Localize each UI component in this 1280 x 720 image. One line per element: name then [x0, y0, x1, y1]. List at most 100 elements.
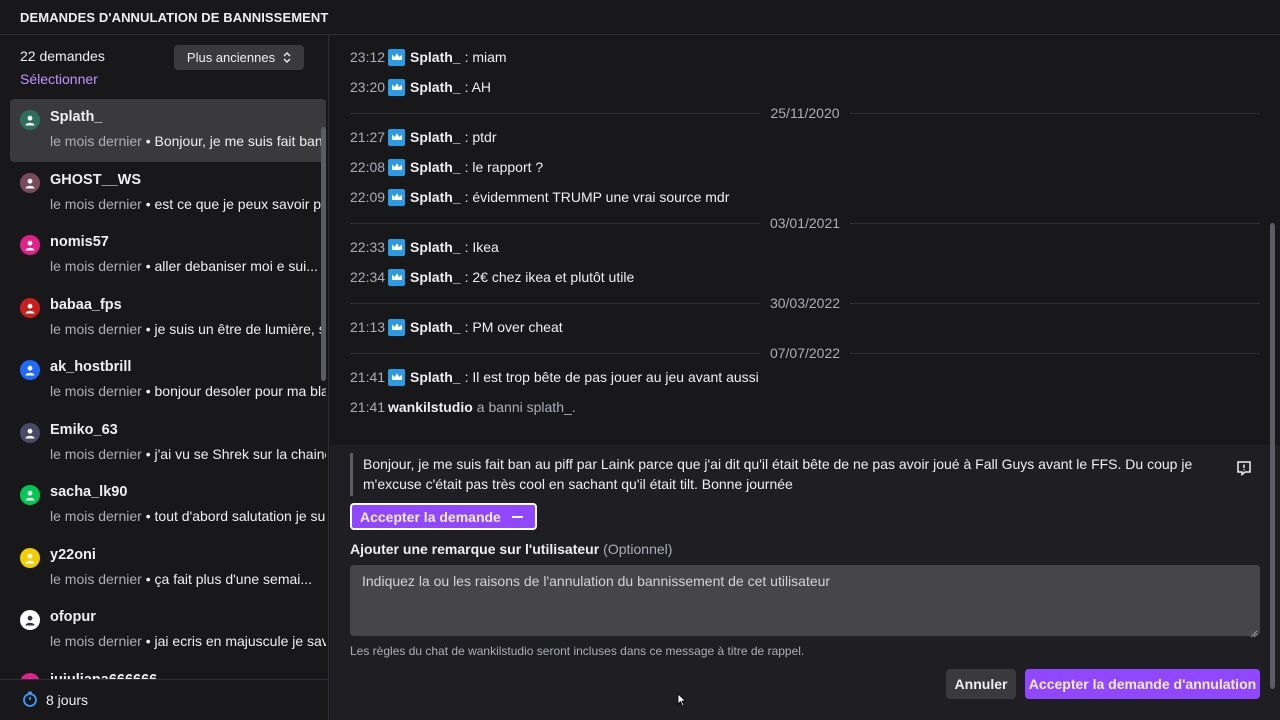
- message-username[interactable]: Splath_: [410, 79, 461, 95]
- message-username[interactable]: Splath_: [410, 319, 461, 335]
- avatar: [20, 547, 40, 568]
- request-time: le mois dernier: [50, 383, 142, 399]
- sort-label: Plus anciennes: [186, 50, 276, 65]
- message-text: : 2€ chez ikea et plutôt utile: [464, 269, 635, 285]
- request-time: le mois dernier: [50, 320, 142, 337]
- note-textarea[interactable]: [350, 565, 1260, 636]
- avatar: [20, 610, 40, 630]
- divider-date: 03/01/2021: [769, 215, 841, 231]
- message-timestamp: 22:08: [350, 159, 386, 175]
- message-timestamp: 22:34: [350, 269, 386, 285]
- request-meta: le mois dernier • j'ai vu se Shrek sur l…: [50, 446, 326, 462]
- chat-history: 23:12 Splath_: miam 23:20 Splath_: AH 25/11/…: [330, 35, 1280, 445]
- sidebar-scrollbar[interactable]: [321, 127, 326, 381]
- message-timestamp: 21:41: [350, 369, 386, 385]
- message-text: : miam: [464, 49, 507, 65]
- request-preview: tout d'abord salutation je suis: [154, 508, 326, 524]
- date-divider: 03/01/2021: [350, 213, 1261, 233]
- request-list-item[interactable]: ak_hostbrillle mois dernier • bonjour de…: [10, 349, 326, 412]
- chat-message: 21:27 Splath_: ptdr: [350, 127, 496, 147]
- footer-duration: 8 jours: [46, 692, 89, 708]
- request-list-item[interactable]: babaa_fpsle mois dernier • je suis un êt…: [10, 287, 326, 350]
- message-text: : AH: [464, 79, 492, 95]
- request-username: sacha_lk90: [50, 484, 128, 500]
- sidebar-footer: 8 jours: [0, 679, 328, 720]
- resize-grip-icon[interactable]: [1248, 625, 1258, 638]
- message-timestamp: 22:33: [350, 239, 386, 255]
- date-divider: 07/07/2022: [350, 343, 1261, 363]
- cancel-button[interactable]: Annuler: [946, 669, 1016, 699]
- crown-badge-icon: [388, 238, 405, 256]
- request-list-item[interactable]: GHOST__WS le mois dernier • est ce que je…: [10, 162, 326, 225]
- crown-badge-icon: [388, 188, 405, 206]
- message-text: : Ikea: [464, 239, 499, 255]
- chat-message: 22:09 Splath_: évidemment TRUMP une vrai …: [350, 187, 729, 207]
- request-list-item[interactable]: y22oni le mois dernier • ça fait plus d'u…: [10, 537, 326, 600]
- request-message: Bonjour, je me suis fait ban au piff par…: [350, 453, 1210, 496]
- divider-date: 30/03/2022: [769, 295, 841, 311]
- request-panel: Bonjour, je me suis fait ban au piff par…: [330, 445, 1280, 720]
- divider-date: 25/11/2020: [770, 105, 840, 121]
- message-text: : PM over cheat: [464, 319, 563, 335]
- system-message: 21:41 wankilstudio a banni splath_.: [350, 397, 576, 417]
- request-username: GHOST__WS: [50, 171, 142, 188]
- request-list-item[interactable]: Emiko_63 le mois dernier • j'ai vu se Shr…: [10, 412, 326, 475]
- request-preview: aller debaniser moi e sui...: [154, 258, 318, 274]
- request-list-item[interactable]: Splath_ le mois dernier • Bonjour, je me …: [10, 99, 326, 162]
- message-username[interactable]: Splath_: [410, 159, 461, 175]
- request-preview: ça fait plus d'une semai...: [154, 570, 313, 587]
- message-timestamp: 23:20: [350, 79, 386, 95]
- minus-icon: [512, 515, 523, 518]
- message-username[interactable]: Splath_: [410, 129, 461, 145]
- message-timestamp: 22:09: [350, 189, 386, 205]
- chat-message: 21:41 Splath_: Il est trop bête de pas jo…: [350, 367, 759, 387]
- message-username[interactable]: wankilstudio: [388, 399, 473, 415]
- accept-request-toggle[interactable]: Accepter la demande: [350, 503, 537, 530]
- sort-chevron-icon: [283, 52, 291, 63]
- request-time: le mois dernier: [50, 570, 142, 587]
- request-list-item[interactable]: nomis57 le mois dernier • aller debaniser…: [10, 224, 326, 287]
- request-time: le mois dernier: [50, 258, 142, 274]
- message-username[interactable]: Splath_: [410, 239, 461, 255]
- timer-icon: [22, 691, 38, 710]
- crown-badge-icon: [388, 48, 405, 66]
- message-username[interactable]: Splath_: [410, 49, 461, 65]
- request-time: le mois dernier: [50, 133, 142, 149]
- chat-message: 22:34 Splath_: 2€ chez ikea et plutôt uti…: [350, 267, 634, 287]
- avatar: [20, 360, 40, 380]
- request-preview: est ce que je peux savoir pourquoi: [154, 195, 326, 212]
- request-username: ak_hostbrill: [50, 359, 132, 375]
- crown-badge-icon: [388, 318, 405, 336]
- report-icon[interactable]: [1236, 460, 1252, 477]
- request-meta: le mois dernier • je suis un être de lum…: [50, 321, 326, 337]
- sort-dropdown[interactable]: Plus anciennes: [174, 45, 304, 70]
- accept-unban-button[interactable]: Accepter la demande d'annulation: [1025, 669, 1260, 699]
- request-preview: bonjour desoler pour ma blague: [154, 383, 326, 399]
- note-label-text: Ajouter une remarque sur l'utilisateur: [350, 541, 600, 557]
- request-preview: jai ecris en majuscule je sava: [154, 633, 326, 649]
- request-time: le mois dernier: [50, 445, 142, 462]
- chat-scrollbar[interactable]: [1270, 223, 1275, 689]
- request-meta: le mois dernier • bonjour desoler pour m…: [50, 383, 326, 399]
- request-list-item[interactable]: sacha_lk90 le mois dernier • tout d'abord…: [10, 474, 326, 537]
- request-time: le mois dernier: [50, 633, 142, 649]
- chat-message: 23:12 Splath_: miam: [350, 47, 507, 67]
- message-text: : ptdr: [464, 129, 497, 145]
- chat-message: 23:20 Splath_: AH: [350, 77, 491, 97]
- crown-badge-icon: [388, 368, 405, 386]
- message-text: : évidemment TRUMP une vrai source mdr: [464, 189, 730, 205]
- request-username: Splath_: [50, 109, 103, 125]
- request-time: le mois dernier: [50, 508, 142, 524]
- crown-badge-icon: [388, 128, 405, 146]
- request-sidebar: 22 demandes Sélectionner Plus anciennes …: [0, 35, 329, 720]
- request-username: babaa_fps: [50, 296, 122, 313]
- request-list-item[interactable]: ofopur le mois dernier • jai ecris en maj…: [10, 599, 326, 662]
- sidebar-header: 22 demandes Sélectionner Plus anciennes: [0, 35, 328, 99]
- request-username: nomis57: [50, 234, 109, 250]
- chat-message: 21:13 Splath_: PM over cheat: [350, 317, 563, 337]
- message-username[interactable]: Splath_: [410, 189, 461, 205]
- message-username[interactable]: Splath_: [410, 269, 461, 285]
- select-link[interactable]: Sélectionner: [20, 71, 98, 87]
- page-title: DEMANDES D'ANNULATION DE BANNISSEMENT: [20, 9, 329, 25]
- message-username[interactable]: Splath_: [410, 369, 461, 385]
